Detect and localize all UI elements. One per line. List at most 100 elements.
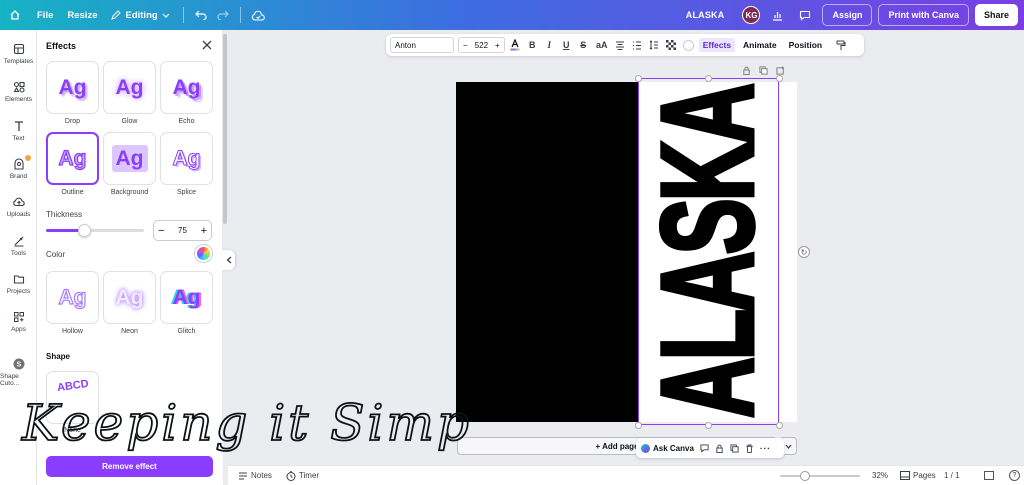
rail-item-templates[interactable]: Templates — [0, 43, 37, 65]
minus-icon[interactable]: − — [158, 225, 164, 237]
rotate-icon[interactable]: ↻ — [798, 246, 810, 258]
pages-icon — [900, 471, 910, 480]
resize-handle[interactable] — [776, 422, 783, 429]
element-context-menu: Ask Canva ··· — [636, 438, 784, 458]
thickness-value[interactable]: 75 — [178, 226, 187, 235]
ask-canva-button[interactable]: Ask Canva — [641, 443, 694, 453]
effect-tile-glow[interactable]: Ag — [103, 61, 156, 114]
editing-mode-button[interactable]: Editing — [104, 4, 176, 26]
resize-handle[interactable] — [635, 75, 642, 82]
paint-roller-icon[interactable] — [834, 37, 847, 53]
zoom-slider[interactable] — [780, 471, 860, 481]
rail-item-apps[interactable]: Apps — [0, 311, 37, 333]
list-icon[interactable] — [631, 37, 644, 53]
document-title[interactable]: ALASKA — [686, 10, 725, 20]
comment-icon[interactable] — [794, 4, 816, 26]
position-tab[interactable]: Position — [785, 38, 827, 52]
home-icon[interactable] — [0, 0, 30, 30]
assign-button[interactable]: Assign — [822, 4, 873, 26]
resize-button[interactable]: Resize — [60, 4, 104, 26]
underline-icon[interactable]: U — [560, 37, 573, 53]
resize-handle[interactable] — [635, 422, 642, 429]
effect-tile-neon[interactable]: Ag — [103, 271, 156, 324]
templates-icon — [13, 43, 24, 55]
font-selector[interactable]: Anton — [390, 37, 454, 53]
comment-icon[interactable] — [700, 443, 709, 453]
lock-icon[interactable] — [742, 66, 751, 75]
chevron-down-icon — [162, 13, 170, 18]
share-button[interactable]: Share — [974, 4, 1018, 26]
close-icon[interactable] — [200, 38, 214, 52]
effect-tile-background[interactable]: Ag — [103, 132, 156, 185]
rail-item-elements[interactable]: Elements — [0, 81, 37, 103]
font-size-stepper[interactable]: − 522 + — [458, 37, 505, 53]
rail-item-brand[interactable]: Brand — [0, 155, 37, 180]
transparency-icon[interactable] — [665, 37, 678, 53]
avatar[interactable]: KG — [742, 6, 761, 24]
fullscreen-icon[interactable] — [984, 471, 994, 480]
resize-handle[interactable] — [776, 75, 783, 82]
zoom-level[interactable]: 32% — [872, 471, 888, 480]
bold-icon[interactable]: B — [526, 37, 539, 53]
text-icon — [14, 121, 23, 131]
file-menu[interactable]: File — [30, 4, 60, 26]
undo-icon[interactable] — [190, 4, 212, 26]
thickness-stepper[interactable]: − 75 + — [153, 220, 212, 241]
redo-icon[interactable] — [212, 4, 234, 26]
effect-preview: Ag — [115, 286, 144, 309]
handwriting-text: Keeping it Simple — [21, 394, 470, 452]
trash-icon[interactable] — [745, 443, 754, 453]
text-color-icon[interactable] — [509, 37, 522, 53]
plus-icon[interactable]: + — [495, 41, 500, 50]
thickness-slider[interactable] — [46, 224, 144, 237]
thickness-label: Thickness — [46, 210, 83, 219]
effect-preview: Ag — [172, 286, 201, 309]
help-icon[interactable]: ? — [1009, 470, 1020, 481]
letter-case-icon[interactable]: aA — [594, 37, 610, 53]
duplicate-icon[interactable] — [730, 443, 739, 453]
resize-handle[interactable] — [705, 75, 712, 82]
page-actions — [742, 66, 785, 75]
rail-label: Tools — [10, 250, 27, 257]
slider-thumb[interactable] — [78, 224, 91, 237]
more-options-icon[interactable]: ··· — [760, 444, 771, 453]
rail-item-projects[interactable]: Projects — [0, 273, 37, 295]
effect-tile-hollow[interactable]: Ag — [46, 271, 99, 324]
effect-tile-splice[interactable]: Ag — [160, 132, 213, 185]
duplicate-icon[interactable] — [759, 66, 768, 75]
italic-icon[interactable]: I — [543, 37, 556, 53]
black-rectangle[interactable] — [456, 82, 639, 422]
panel-title: Effects — [46, 41, 77, 51]
lock-icon[interactable] — [715, 444, 724, 453]
panel-scrollbar[interactable] — [223, 34, 227, 224]
pencil-icon — [111, 10, 122, 20]
color-swatch-icon[interactable] — [682, 37, 695, 53]
align-center-icon[interactable] — [614, 37, 627, 53]
resize-handle[interactable] — [705, 422, 712, 429]
effect-label: Outline — [61, 189, 84, 196]
cloud-saved-icon[interactable] — [247, 4, 269, 26]
strikethrough-icon[interactable]: S — [577, 37, 590, 53]
effect-preview: Ag — [115, 76, 144, 99]
collapse-panel-button[interactable] — [222, 250, 235, 270]
effect-tile-drop[interactable]: Ag — [46, 61, 99, 114]
effect-preview: Ag — [172, 147, 201, 170]
minus-icon[interactable]: − — [463, 41, 468, 50]
effect-tile-glitch[interactable]: Ag — [160, 271, 213, 324]
rail-item-text[interactable]: Text — [0, 120, 37, 142]
insights-icon[interactable] — [766, 4, 788, 26]
print-with-canva-button[interactable]: Print with Canva — [878, 4, 969, 26]
font-size-value[interactable]: 522 — [475, 41, 488, 50]
pages-button[interactable]: Pages — [900, 471, 936, 480]
spacing-icon[interactable] — [648, 37, 661, 53]
plus-icon[interactable]: + — [201, 225, 207, 237]
rail-item-uploads[interactable]: Uploads — [0, 196, 37, 218]
color-picker-icon[interactable] — [195, 245, 212, 262]
zoom-thumb[interactable] — [800, 471, 810, 481]
effects-tab[interactable]: Effects — [698, 38, 736, 52]
add-page-icon[interactable] — [776, 66, 785, 75]
rail-item-tools[interactable]: Tools — [0, 235, 37, 257]
effect-tile-outline[interactable]: Ag — [46, 132, 99, 185]
effect-tile-echo[interactable]: Ag — [160, 61, 213, 114]
animate-tab[interactable]: Animate — [739, 38, 781, 52]
